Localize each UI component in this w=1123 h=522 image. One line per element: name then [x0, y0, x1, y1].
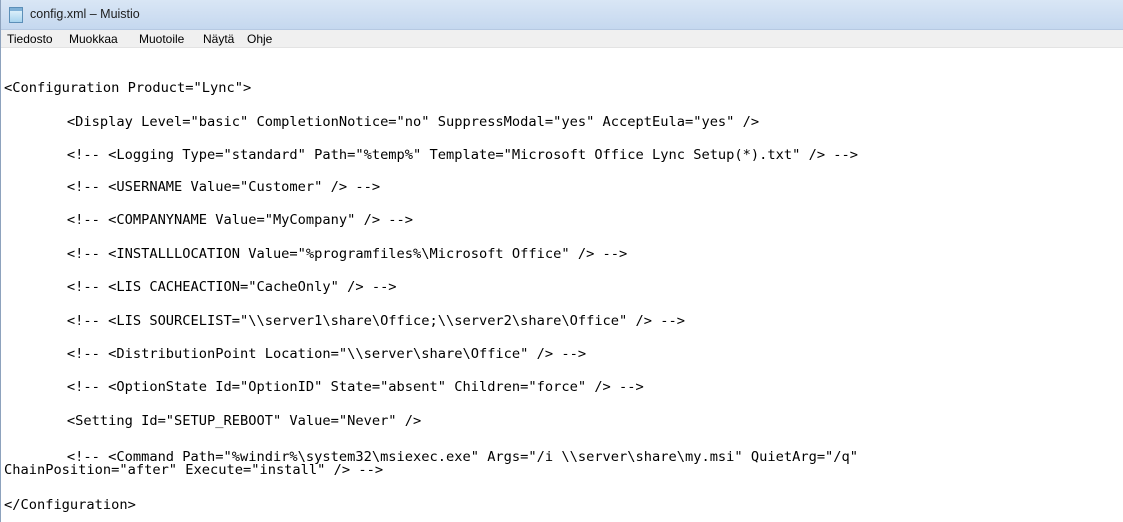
editor-line: <Display Level="basic" CompletionNotice=…: [1, 114, 760, 130]
menu-file[interactable]: Tiedosto: [7, 31, 53, 47]
editor-line: </Configuration>: [4, 497, 136, 513]
window-title: config.xml – Muistio: [30, 7, 140, 21]
text-editor[interactable]: <Configuration Product="Lync"> <Display …: [1, 48, 1123, 522]
editor-line: <!-- <COMPANYNAME Value="MyCompany" /> -…: [1, 212, 414, 228]
menu-help[interactable]: Ohje: [247, 31, 272, 47]
editor-line: <Configuration Product="Lync">: [4, 80, 252, 96]
menu-edit[interactable]: Muokkaa: [69, 31, 118, 47]
menu-bar: Tiedosto Muokkaa Muotoile Näytä Ohje: [1, 30, 1123, 48]
editor-line: <Setting Id="SETUP_REBOOT" Value="Never"…: [1, 413, 422, 429]
editor-line: <!-- <DistributionPoint Location="\\serv…: [1, 346, 587, 362]
editor-line: ChainPosition="after" Execute="install" …: [4, 462, 384, 478]
menu-view[interactable]: Näytä: [203, 31, 234, 47]
editor-line: <!-- <USERNAME Value="Customer" /> -->: [1, 179, 381, 195]
title-bar[interactable]: config.xml – Muistio: [1, 0, 1123, 30]
notepad-window: config.xml – Muistio Tiedosto Muokkaa Mu…: [0, 0, 1123, 522]
notepad-icon: [9, 7, 23, 23]
editor-line: <!-- <LIS SOURCELIST="\\server1\share\Of…: [1, 313, 685, 329]
editor-line: <!-- <LIS CACHEACTION="CacheOnly" /> -->: [1, 279, 397, 295]
editor-line: <!-- <INSTALLLOCATION Value="%programfil…: [1, 246, 628, 262]
editor-line: <!-- <OptionState Id="OptionID" State="a…: [1, 379, 644, 395]
menu-format[interactable]: Muotoile: [139, 31, 184, 47]
editor-line: <!-- <Logging Type="standard" Path="%tem…: [1, 147, 859, 163]
